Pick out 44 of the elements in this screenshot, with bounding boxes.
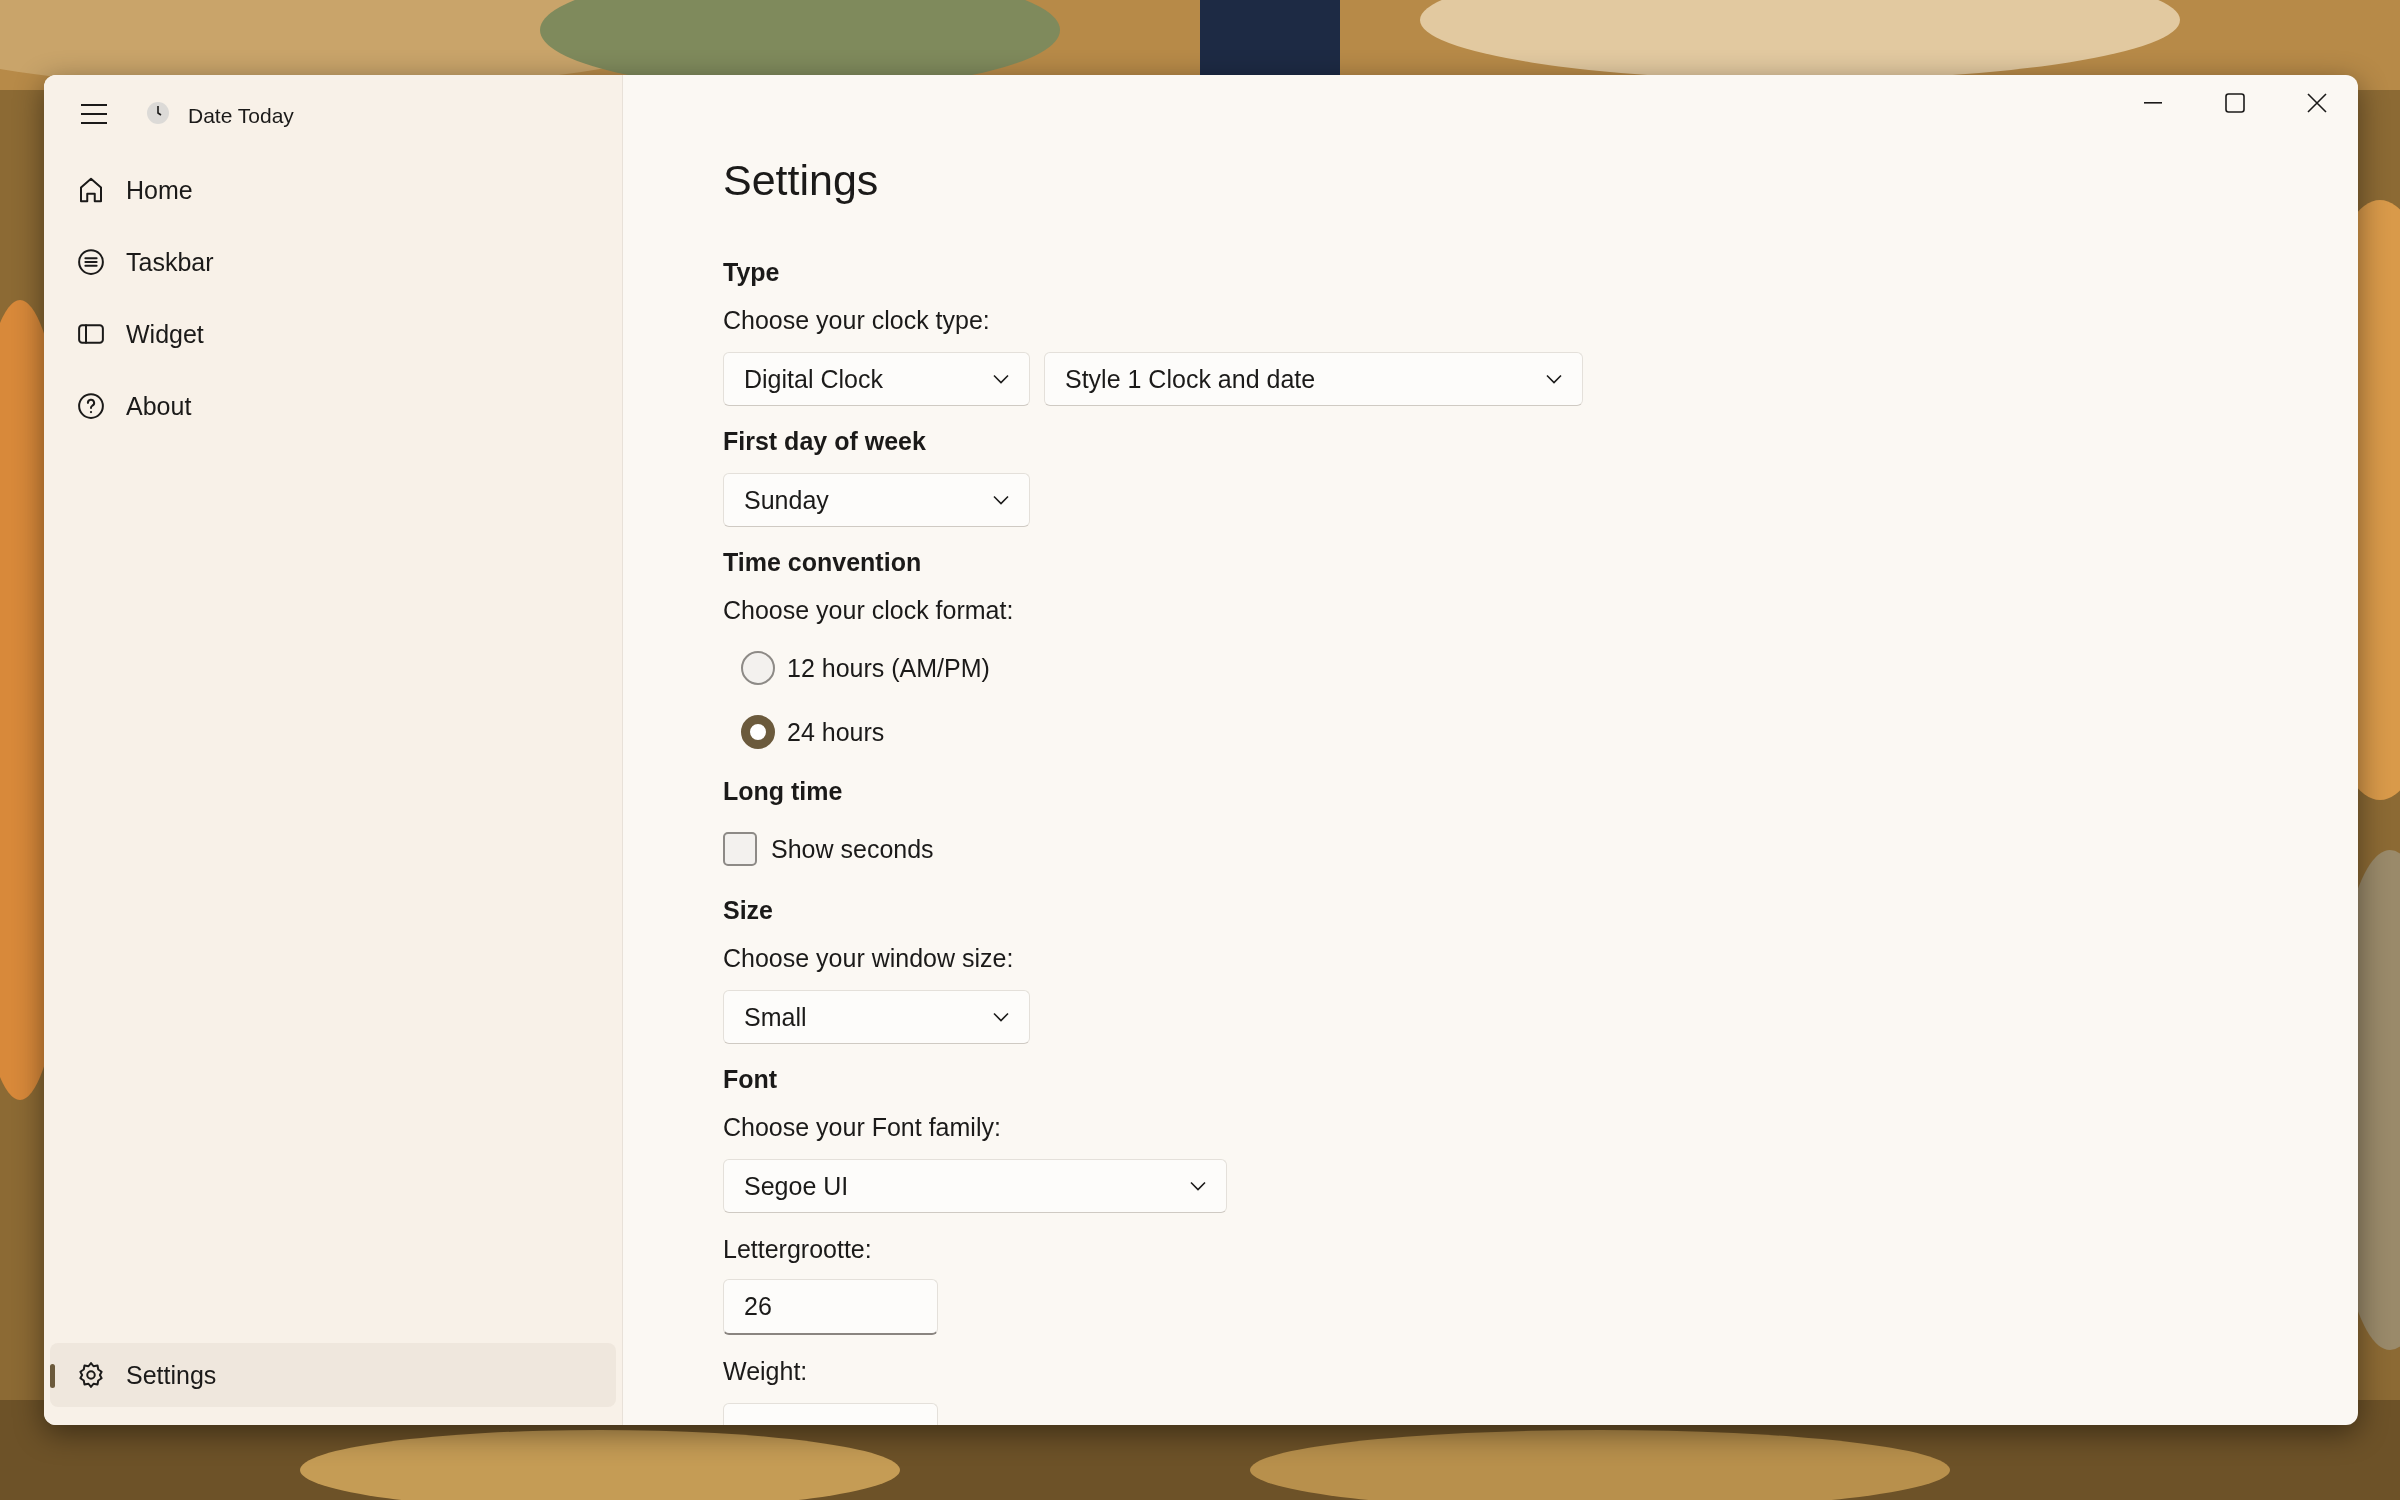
section-heading: Font <box>723 1064 778 1095</box>
nav-item[interactable]: Widget <box>50 302 616 366</box>
radio-button[interactable] <box>741 715 775 749</box>
nav-item[interactable]: About <box>50 374 616 438</box>
checkbox-option[interactable]: Show seconds <box>723 823 934 875</box>
section-heading: Time convention <box>723 547 922 578</box>
radio-option[interactable]: 12 hours (AM/PM) <box>741 644 990 692</box>
field-label: Choose your Font family: <box>723 1112 1001 1143</box>
chevron-down-icon <box>993 495 1009 505</box>
number-field[interactable]: 26 <box>723 1279 938 1335</box>
field-label: Weight: <box>723 1356 808 1387</box>
app-title: Date Today <box>188 104 294 128</box>
clock-icon <box>146 101 170 125</box>
section-heading: First day of week <box>723 426 926 457</box>
close-icon[interactable] <box>2307 93 2327 113</box>
lines-circle-icon <box>76 247 106 277</box>
dropdown[interactable]: Segoe UI <box>723 1159 1227 1213</box>
field-label: Choose your clock format: <box>723 595 1014 626</box>
radio-button[interactable] <box>741 651 775 685</box>
chevron-down-icon <box>1546 374 1562 384</box>
radio-option[interactable]: 24 hours <box>741 708 885 756</box>
maximize-icon[interactable] <box>2225 93 2245 113</box>
field-label: Choose your window size: <box>723 943 1014 974</box>
field-label: Choose your clock type: <box>723 305 990 336</box>
chevron-down-icon <box>993 1012 1009 1022</box>
dropdown[interactable]: Sunday <box>723 473 1030 527</box>
dropdown[interactable]: Digital Clock <box>723 352 1030 406</box>
dropdown[interactable]: Small <box>723 990 1030 1044</box>
help-icon <box>76 391 106 421</box>
minimize-icon[interactable] <box>2144 102 2162 104</box>
menu-icon[interactable] <box>80 102 108 125</box>
nav-item[interactable]: Settings <box>50 1343 616 1407</box>
checkbox[interactable] <box>723 832 757 866</box>
page-title: Settings <box>723 155 880 206</box>
section-heading: Type <box>723 257 780 288</box>
settings-icon <box>76 1360 106 1390</box>
section-heading: Long time <box>723 776 843 807</box>
nav-item[interactable]: Home <box>50 158 616 222</box>
field-label: Lettergrootte: <box>723 1234 872 1265</box>
chevron-down-icon <box>993 374 1009 384</box>
nav-item[interactable]: Taskbar <box>50 230 616 294</box>
section-heading: Size <box>723 895 774 926</box>
dropdown[interactable]: Style 1 Clock and date <box>1044 352 1583 406</box>
chevron-down-icon <box>1190 1181 1206 1191</box>
